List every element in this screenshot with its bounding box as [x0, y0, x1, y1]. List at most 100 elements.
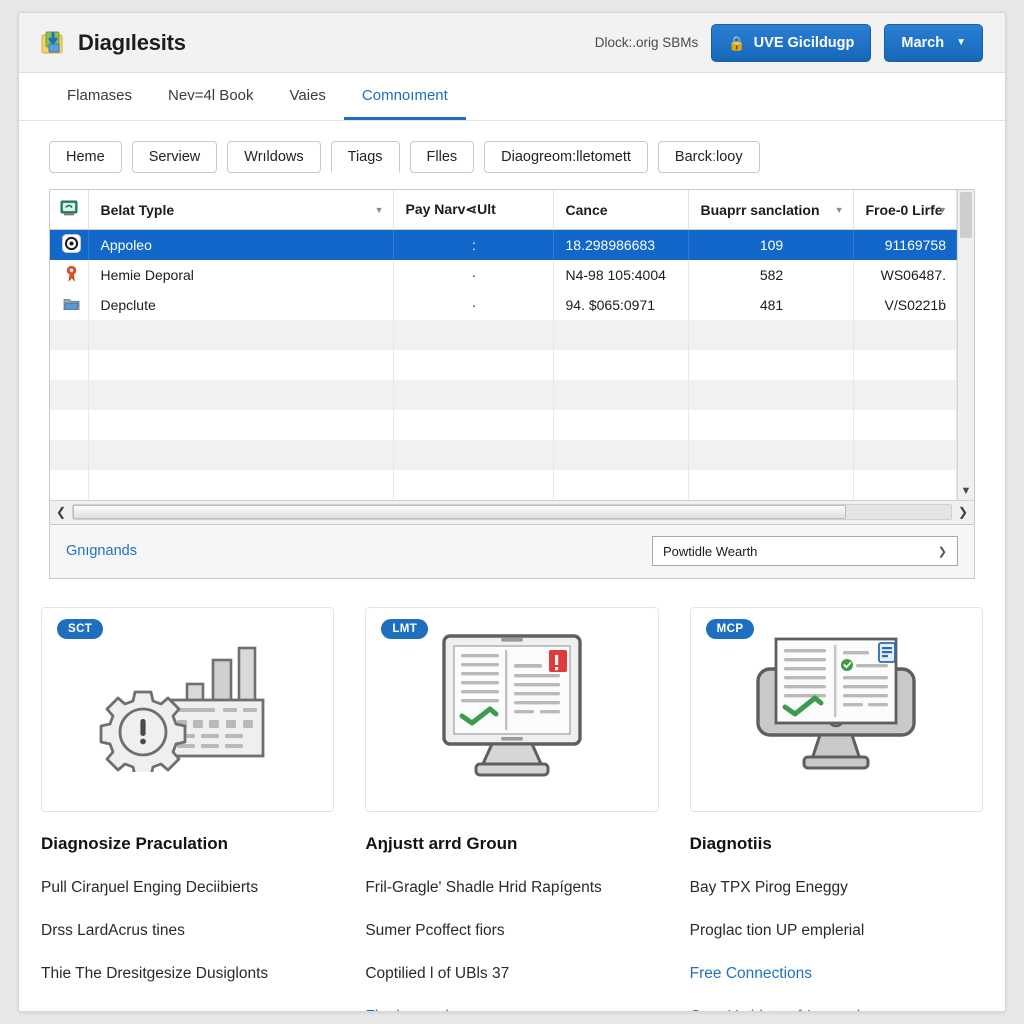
chevron-down-icon: ▼ [956, 37, 966, 48]
card-lmt[interactable]: LMT Aŋjustt arrd Groun Fril-Gragleʹ Shad… [365, 606, 659, 1012]
grid-main: Belat Typle ▼ Pay Narv⋖Ult Cance Buaprr … [50, 190, 957, 500]
cell-belat-typle: Hemie Deporal [88, 259, 394, 290]
column-header-cance[interactable]: Cance [553, 190, 689, 230]
nav-tab-label: Nev=4l Book [168, 86, 254, 104]
vertical-scrollbar-thumb[interactable] [960, 192, 972, 238]
titlebar-note: Dlock:.orig SBMs [594, 35, 699, 50]
primary-action-button[interactable]: 🔒 UVE Gicildugp [711, 23, 872, 62]
card-link[interactable]: Flet-brrerach [365, 1008, 658, 1012]
card-line: Coptilied l of UBls 37 [365, 964, 510, 982]
table-row-empty[interactable] [50, 379, 957, 410]
column-header-label: Buaprr sanclation [700, 201, 820, 218]
grid-footer-select-value: Powtidle Wearth [663, 543, 758, 559]
toolbar-chip-diagram[interactable]: Diaogreom:lletomett [484, 141, 648, 173]
cell-buaprr-sanclation: 109 [688, 229, 854, 260]
card-title: Diagnotiis [689, 833, 772, 853]
toolbar-chip-label: Wrıldows [244, 149, 304, 165]
table-row[interactable]: Appoleo : 18.298986683 109 91169758 [50, 229, 957, 260]
vertical-scrollbar[interactable]: ▼ [957, 190, 974, 500]
table-row-empty[interactable] [50, 349, 957, 380]
nav-tab-label: Comnoıment [361, 86, 448, 104]
table-row-empty[interactable] [50, 469, 957, 500]
grid-footer-link[interactable]: Gnıgnands [66, 543, 137, 559]
toolbar-chip-files[interactable]: Flles [409, 141, 475, 173]
cell-froe-lirfe: V/S0221ḃ [853, 289, 957, 320]
chevron-down-icon: ▼ [834, 204, 844, 215]
column-header-icon[interactable] [50, 190, 89, 230]
column-header-label: Belat Typle [100, 201, 175, 218]
column-header-label: Froe-0 Lirfe [865, 201, 943, 218]
row-icon-cell [50, 229, 89, 260]
monitor-report-check-icon [748, 631, 924, 788]
monitor-document-check-icon [426, 632, 598, 787]
nav-tab-0[interactable]: Flamases [49, 73, 150, 120]
status-badge: LMT [381, 618, 429, 639]
target-circle-icon [62, 233, 81, 256]
period-dropdown-button[interactable]: March ▼ [884, 23, 983, 62]
table-body: Appoleo : 18.298986683 109 91169758 Hemi… [50, 229, 957, 500]
card-list: SCT Diagnosize Praculation Pull Ciraŋuel… [19, 579, 1005, 1012]
card-sct[interactable]: SCT Diagnosize Praculation Pull Ciraŋuel… [41, 606, 335, 1012]
toolbar-chip-backlog[interactable]: Barckːlooy [657, 141, 760, 173]
card-line: Bay TPX Pirog Eneggy [689, 878, 848, 896]
table-row[interactable]: Hemie Deporal · N4-98 105:4004 582 WS064… [50, 259, 957, 290]
title-bar: Diagılesits Dlock:.orig SBMs 🔒 UVE Gicil… [19, 13, 1005, 73]
horizontal-scrollbar-thumb[interactable] [73, 505, 846, 519]
card-link[interactable]: Free Connections [690, 965, 983, 983]
toolbar-chip-label: Barckːlooy [674, 149, 743, 165]
card-line: Fril-Gragleʹ Shadle Hrid Rapígents [365, 878, 602, 896]
toolbar-chip-tiags[interactable]: Tiags [330, 141, 400, 173]
table-row-empty[interactable] [50, 439, 957, 470]
grid-footer: Gnıgnands Powtidle Wearth ❯ [49, 524, 975, 579]
cell-pay-narv-ult: : [393, 229, 554, 260]
chevron-down-icon[interactable]: ▼ [958, 485, 974, 497]
chevron-down-icon: ▼ [938, 204, 947, 215]
cell-froe-lirfe: 91169758 [853, 229, 957, 260]
column-header-buaprr-sanclation[interactable]: Buaprr sanclation ▼ [688, 190, 854, 230]
cell-cance: N4-98 105:4004 [553, 259, 689, 290]
card-link[interactable]: Cour Ustidate of·Incyyerly [690, 1008, 983, 1012]
toolbar-chip-label: Heme [66, 149, 105, 165]
cell-belat-typle: Appoleo [88, 229, 394, 260]
app-logo-icon [41, 30, 67, 56]
cell-buaprr-sanclation: 481 [688, 289, 854, 320]
card-line: Pull Ciraŋuel Enging Deciibierts [41, 878, 259, 896]
page-title: Diagılesits [78, 29, 186, 55]
nav-tab-label: Flamases [67, 86, 133, 104]
chevron-left-icon[interactable]: ❮ [52, 505, 70, 519]
card-media: LMT [365, 606, 659, 812]
toolbar-chip-label: Tiags [347, 149, 383, 165]
column-header-pay-narv-ult[interactable]: Pay Narv⋖Ult [393, 190, 554, 230]
column-header-froe-lirfe[interactable]: Froe-0 Lirfe ▼ [853, 190, 957, 230]
grid-footer-select[interactable]: Powtidle Wearth ❯ [652, 536, 958, 566]
lock-icon: 🔒 [728, 34, 746, 51]
toolbar-chip-home[interactable]: Heme [49, 141, 122, 173]
card-title: Diagnosize Praculation [41, 833, 229, 853]
card-line: Thie The Dresitgesize Dusiglonts [41, 964, 269, 982]
grid-header-icon [60, 200, 78, 220]
table-row-empty[interactable] [50, 409, 957, 440]
status-badge: SCT [57, 618, 104, 639]
chevron-right-icon: ❯ [937, 545, 947, 558]
table-row-empty[interactable] [50, 319, 957, 350]
horizontal-scrollbar-track[interactable] [72, 504, 952, 520]
chevron-right-icon[interactable]: ❯ [954, 505, 972, 519]
toolbar-chip-label: Flles [426, 149, 458, 165]
card-media: SCT [41, 606, 335, 812]
nav-tab-1[interactable]: Nev=4l Book [150, 73, 271, 120]
factory-gear-alert-icon [95, 642, 281, 777]
nav-tab-2[interactable]: Vaies [272, 73, 344, 120]
period-dropdown-label: March [901, 34, 945, 51]
toolbar-chip-label: Diaogreom:lletomett [501, 149, 631, 165]
toolbar-chip-windows[interactable]: Wrıldows [227, 141, 321, 173]
column-header-belat-typle[interactable]: Belat Typle ▼ [88, 190, 394, 230]
nav-tab-label: Vaies [289, 86, 326, 104]
toolbar-chip-serview[interactable]: Serview [131, 141, 218, 173]
nav-tab-3[interactable]: Comnoıment [343, 73, 466, 120]
cell-cance: 94. $065:0971 [553, 289, 689, 320]
table-row[interactable]: Depclute · 94. $065:0971 481 V/S0221ḃ [50, 289, 957, 320]
card-mcp[interactable]: MCP Diagnotiis Bay TPX Pirog Eneggy Prog… [689, 606, 983, 1012]
horizontal-scrollbar[interactable]: ❮ ❯ [50, 499, 974, 524]
cell-pay-narv-ult: · [393, 289, 554, 320]
cell-cance: 18.298986683 [553, 229, 689, 260]
